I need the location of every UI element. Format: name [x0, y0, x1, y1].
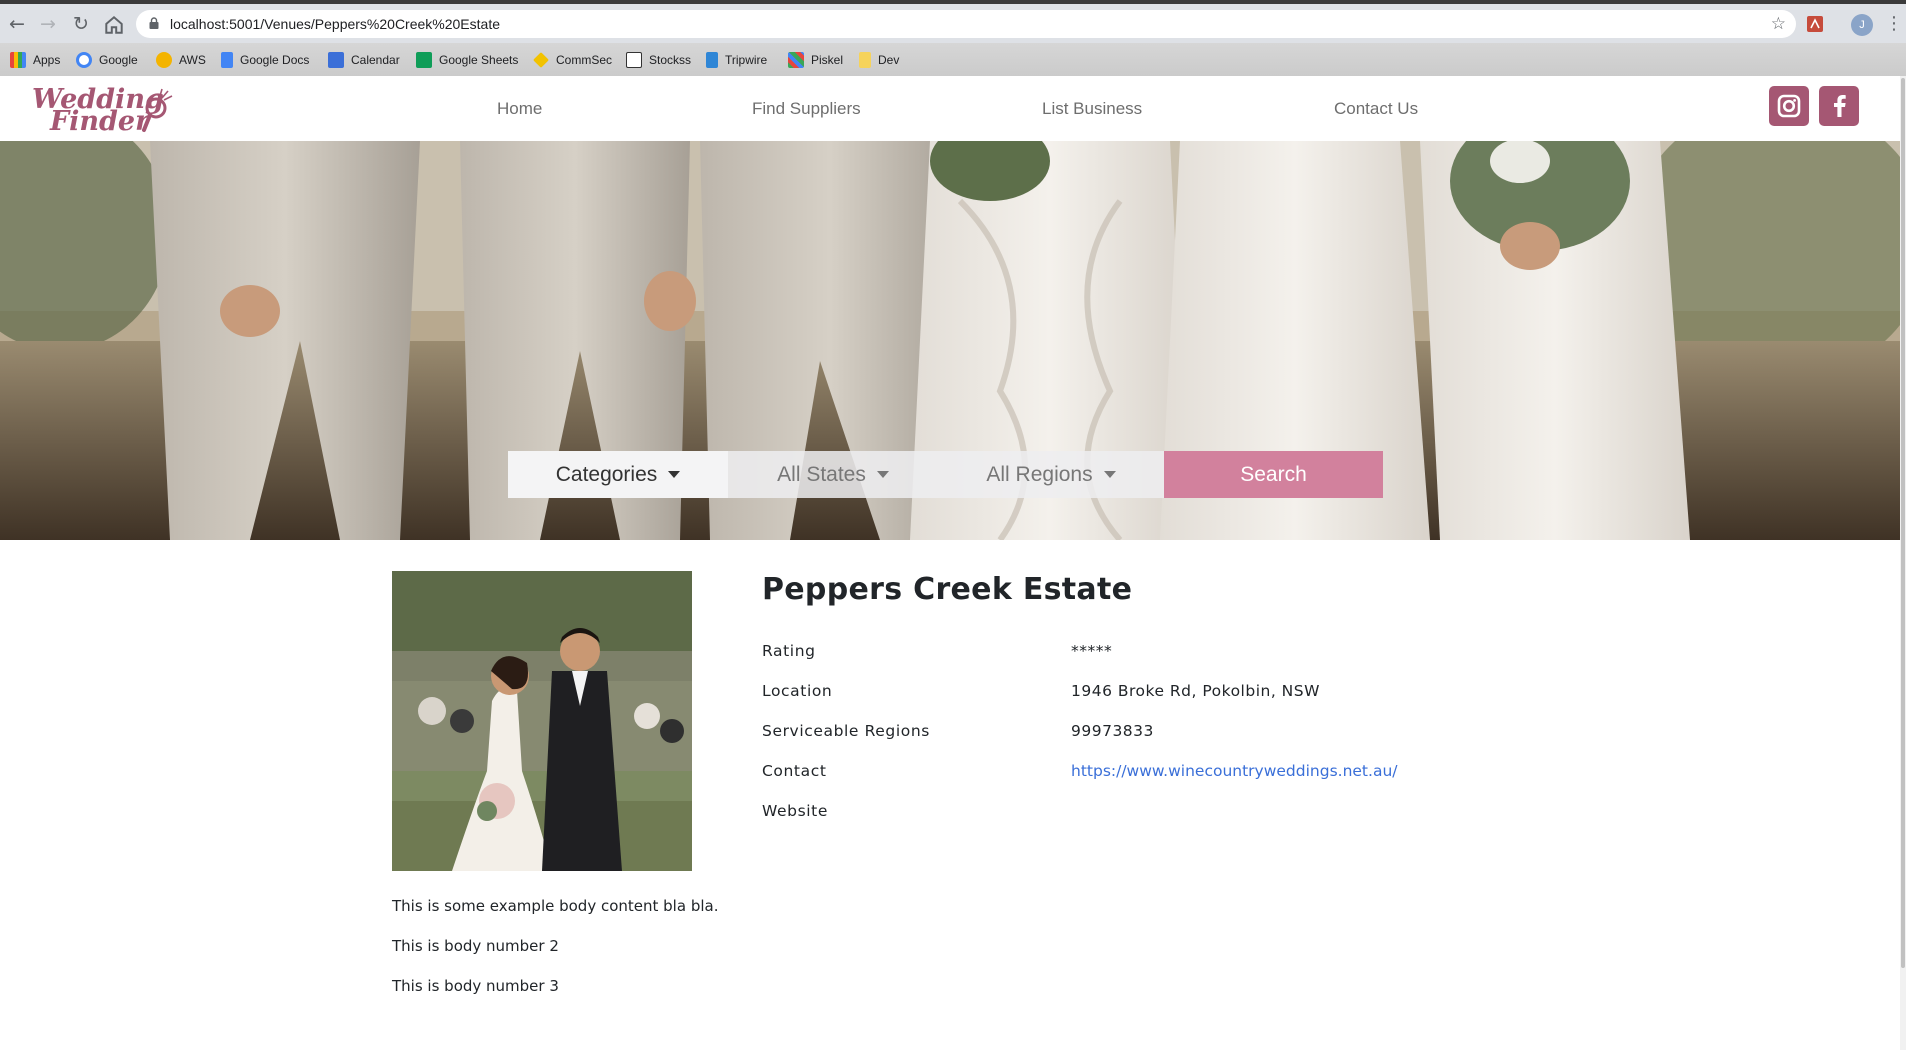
back-arrow-icon[interactable]: ← — [6, 13, 28, 35]
caret-down-icon — [668, 471, 681, 478]
detail-value-location: 1946 Broke Rd, Pokolbin, NSW — [1071, 682, 1320, 700]
body-paragraph-1: This is some example body content bla bl… — [392, 897, 719, 915]
bookmark-aws[interactable]: AWS — [156, 43, 206, 76]
instagram-button[interactable] — [1769, 86, 1809, 126]
google-docs-icon — [221, 51, 233, 68]
logo-line-2: Finder — [50, 106, 150, 137]
body-paragraph-2: This is body number 2 — [392, 937, 559, 955]
nav-contact-us[interactable]: Contact Us — [1334, 99, 1418, 119]
address-bar[interactable]: localhost:5001/Venues/Peppers%20Creek%20… — [136, 10, 1796, 38]
facebook-button[interactable] — [1819, 86, 1859, 126]
home-icon[interactable] — [103, 14, 125, 36]
detail-label-location: Location — [762, 682, 833, 700]
bookmark-star-icon[interactable]: ☆ — [1771, 12, 1786, 36]
wedding-finder-logo[interactable]: Wedding Finder — [32, 84, 182, 136]
reload-icon[interactable]: ↻ — [70, 13, 92, 35]
bookmark-calendar[interactable]: Calendar — [328, 43, 400, 76]
detail-label-serviceable-regions: Serviceable Regions — [762, 722, 930, 740]
bookmark-stockss[interactable]: Stockss — [626, 43, 691, 76]
browser-toolbar: ← → ↻ localhost:5001/Venues/Peppers%20Cr… — [0, 4, 1906, 43]
bookmark-dev[interactable]: Dev — [859, 43, 899, 76]
bookmark-commsec[interactable]: CommSec — [533, 43, 612, 76]
site-header: Wedding Finder Home Find Suppliers List … — [0, 76, 1900, 141]
aws-icon — [156, 51, 172, 68]
piskel-icon — [788, 51, 804, 68]
bookmark-tripwire[interactable]: Tripwire — [706, 43, 767, 76]
bookmark-apps[interactable]: Apps — [10, 43, 60, 76]
commsec-icon — [533, 51, 549, 68]
hero-banner: Categories All States All Regions Search — [0, 141, 1900, 540]
instagram-icon — [1777, 94, 1801, 118]
pdf-extension-icon[interactable] — [1806, 15, 1824, 33]
bookmark-google-docs[interactable]: Google Docs — [221, 43, 309, 76]
calendar-icon — [328, 51, 344, 68]
profile-avatar[interactable]: J — [1851, 14, 1873, 36]
apps-grid-icon — [10, 51, 26, 68]
caret-down-icon — [1103, 471, 1116, 478]
caret-down-icon — [876, 471, 889, 478]
nav-list-business[interactable]: List Business — [1042, 99, 1142, 119]
detail-label-contact: Contact — [762, 762, 827, 780]
regions-dropdown[interactable]: All Regions — [938, 451, 1164, 498]
nav-find-suppliers[interactable]: Find Suppliers — [752, 99, 861, 119]
states-dropdown[interactable]: All States — [728, 451, 938, 498]
google-sheets-icon — [416, 51, 432, 68]
nav-home[interactable]: Home — [497, 99, 542, 119]
search-button[interactable]: Search — [1164, 451, 1383, 498]
couple-photo — [392, 571, 692, 871]
tripwire-icon — [706, 51, 718, 68]
folder-icon — [859, 51, 871, 68]
url-text[interactable]: localhost:5001/Venues/Peppers%20Creek%20… — [170, 10, 500, 38]
venue-title: Peppers Creek Estate — [762, 572, 1133, 607]
venue-photo — [392, 571, 692, 871]
body-paragraph-3: This is body number 3 — [392, 977, 559, 995]
bookmark-piskel[interactable]: Piskel — [788, 43, 843, 76]
facebook-icon — [1834, 95, 1846, 117]
search-bar: Categories All States All Regions Search — [508, 451, 1383, 498]
google-icon — [76, 51, 92, 68]
detail-value-serviceable-regions: 99973833 — [1071, 722, 1154, 740]
detail-label-website: Website — [762, 802, 828, 820]
scrollbar-thumb[interactable] — [1901, 78, 1905, 968]
categories-dropdown[interactable]: Categories — [508, 451, 728, 498]
lock-icon — [149, 17, 159, 29]
detail-value-rating: ***** — [1071, 642, 1113, 660]
magnifier-ring-icon — [142, 88, 173, 132]
bookmark-google[interactable]: Google — [76, 43, 138, 76]
bookmark-google-sheets[interactable]: Google Sheets — [416, 43, 518, 76]
forward-arrow-icon[interactable]: → — [37, 13, 59, 35]
bookmarks-bar: Apps Google AWS Google Docs Calendar Goo… — [0, 43, 1906, 76]
detail-value-contact-link[interactable]: https://www.winecountryweddings.net.au/ — [1071, 762, 1397, 780]
browser-menu-icon[interactable]: ⋮ — [1885, 13, 1903, 35]
stocks-icon — [626, 51, 642, 68]
detail-label-rating: Rating — [762, 642, 816, 660]
